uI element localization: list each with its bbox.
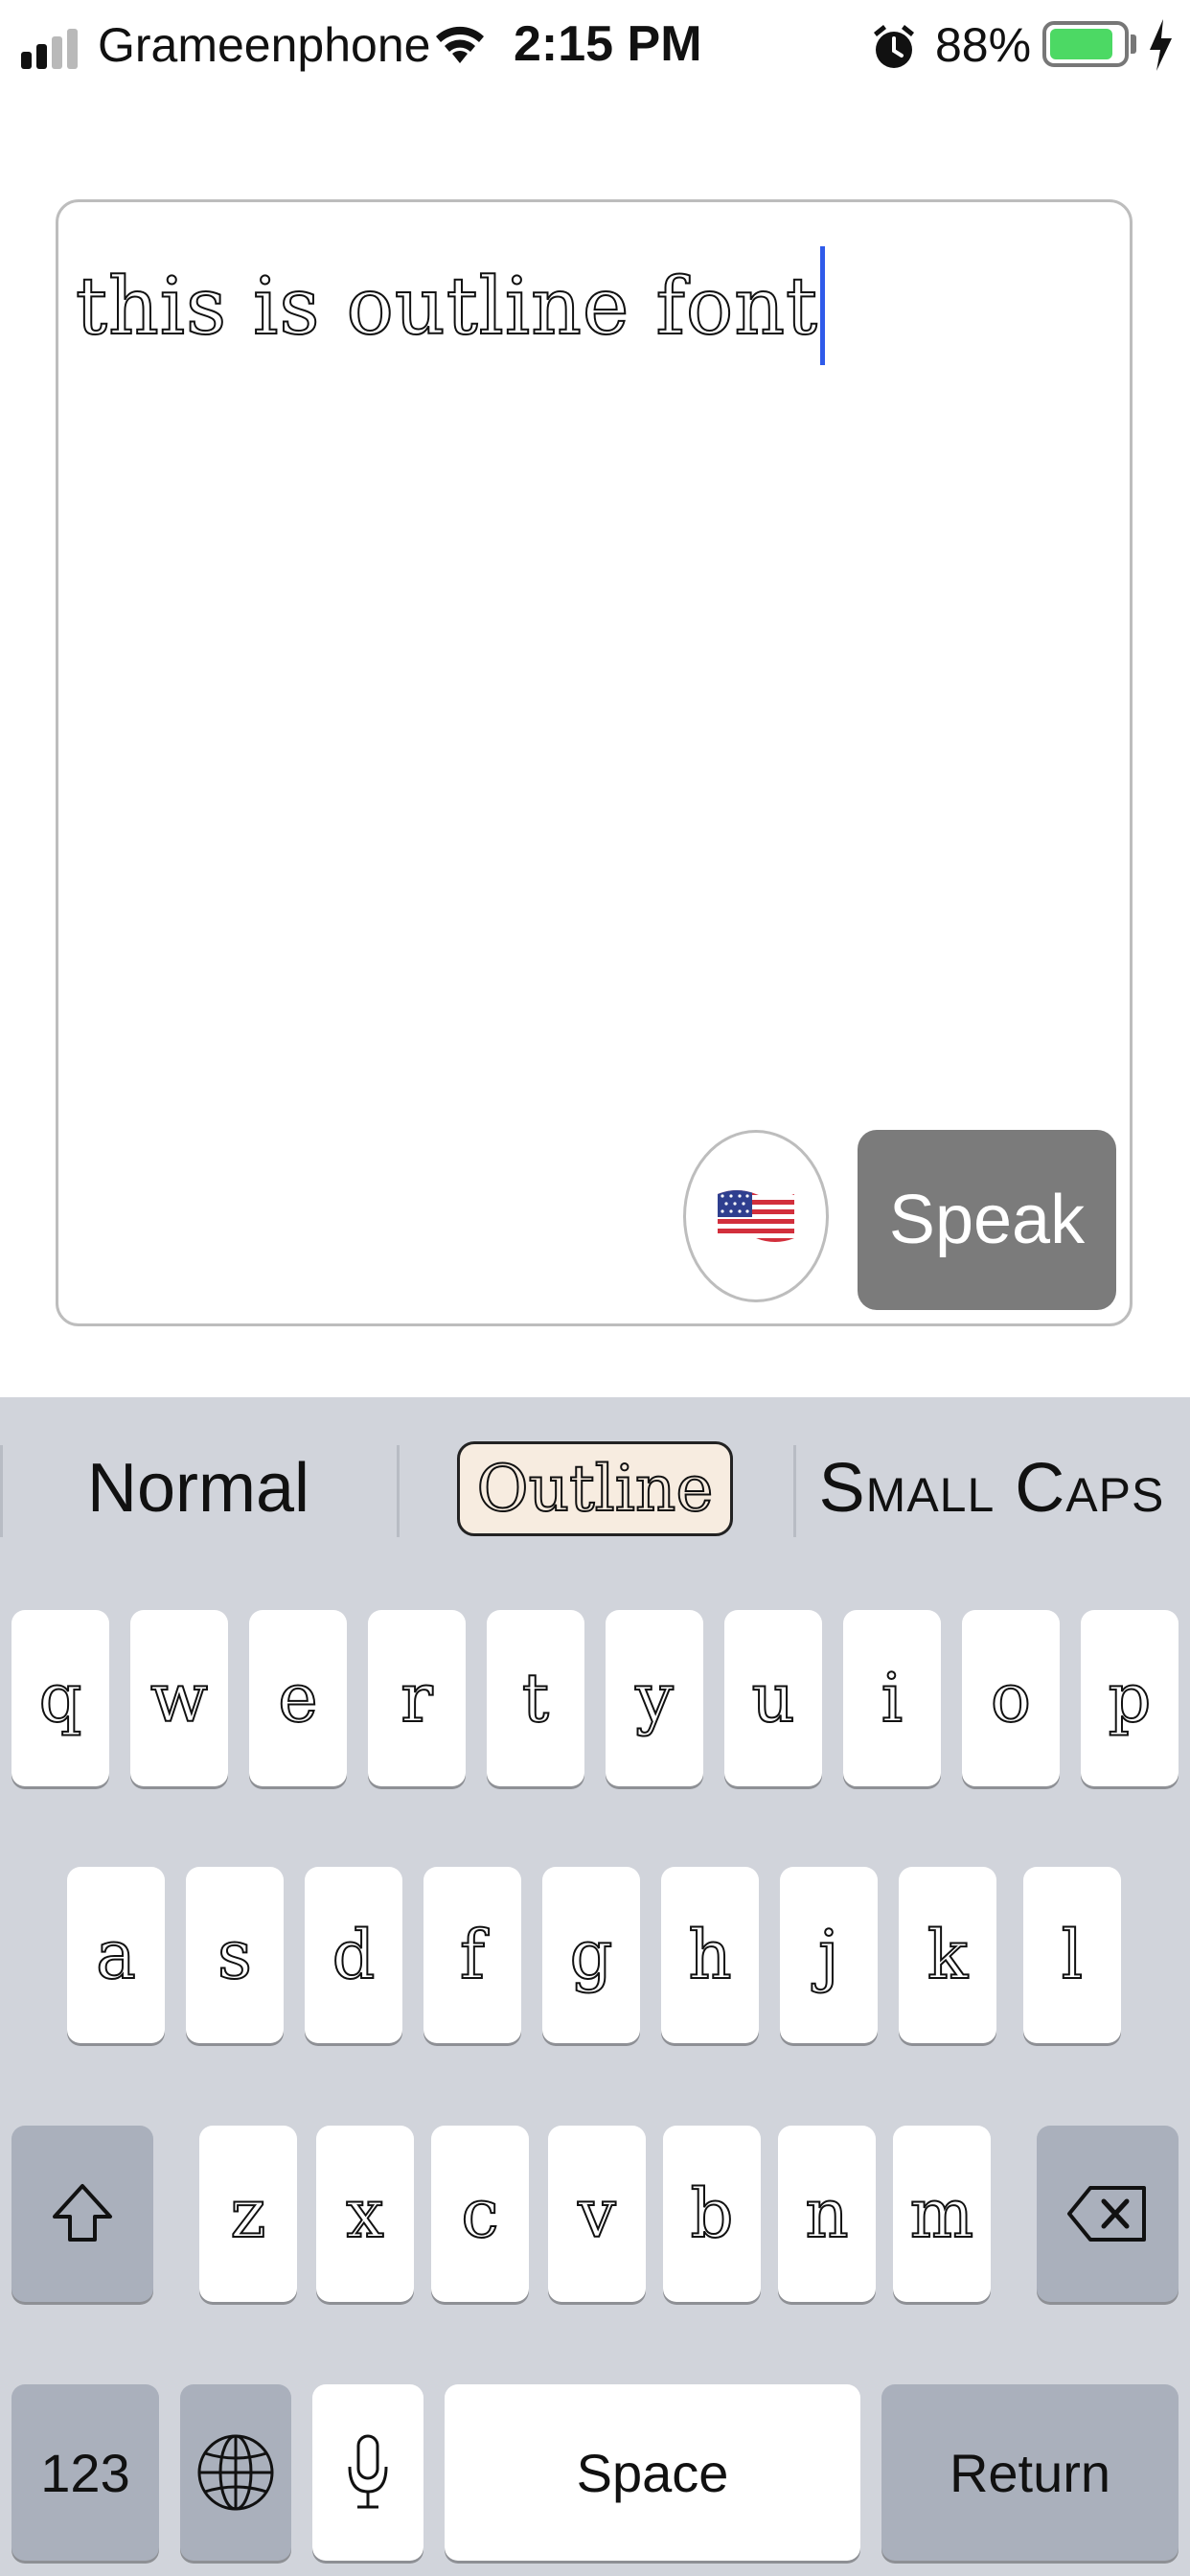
globe-icon xyxy=(197,2434,274,2511)
typed-text: this is outline font xyxy=(75,261,818,354)
battery-icon xyxy=(1042,21,1129,67)
globe-key[interactable] xyxy=(180,2384,291,2561)
typed-line: this is outline font xyxy=(75,241,825,375)
key-v[interactable]: v xyxy=(548,2126,646,2302)
key-l[interactable]: l xyxy=(1023,1867,1121,2043)
font-style-bar: Normal Outline Small Caps xyxy=(0,1397,1190,1579)
key-f[interactable]: f xyxy=(423,1867,521,2043)
key-y[interactable]: y xyxy=(606,1610,703,1786)
status-bar: Grameenphone 2:15 PM 88% xyxy=(0,0,1190,96)
key-p[interactable]: p xyxy=(1081,1610,1179,1786)
alarm-icon xyxy=(874,25,914,68)
key-e[interactable]: e xyxy=(249,1610,347,1786)
shift-icon xyxy=(53,2184,112,2242)
key-t[interactable]: t xyxy=(487,1610,584,1786)
key-g[interactable]: g xyxy=(542,1867,640,2043)
style-option-small-caps[interactable]: Small Caps xyxy=(793,1397,1190,1579)
speak-button[interactable]: Speak xyxy=(858,1130,1116,1310)
carrier-name: Grameenphone xyxy=(98,18,431,72)
microphone-icon xyxy=(348,2434,388,2509)
wifi-icon xyxy=(436,26,484,63)
key-z[interactable]: z xyxy=(199,2126,297,2302)
key-u[interactable]: u xyxy=(724,1610,822,1786)
key-i[interactable]: i xyxy=(843,1610,941,1786)
clock: 2:15 PM xyxy=(514,16,702,72)
style-option-outline-label: Outline xyxy=(456,1440,734,1536)
key-m[interactable]: m xyxy=(893,2126,991,2302)
style-option-outline[interactable]: Outline xyxy=(397,1397,793,1579)
battery-percentage: 88% xyxy=(935,18,1032,72)
key-w[interactable]: w xyxy=(130,1610,228,1786)
us-flag-icon xyxy=(718,1190,794,1242)
style-option-normal[interactable]: Normal xyxy=(0,1397,397,1579)
microphone-key[interactable] xyxy=(312,2384,423,2561)
key-q[interactable]: q xyxy=(11,1610,109,1786)
delete-icon xyxy=(1067,2186,1146,2242)
key-r[interactable]: r xyxy=(368,1610,466,1786)
key-b[interactable]: b xyxy=(663,2126,761,2302)
key-j[interactable]: j xyxy=(780,1867,878,2043)
language-button[interactable] xyxy=(683,1130,829,1302)
delete-key[interactable] xyxy=(1037,2126,1179,2302)
numbers-key[interactable]: 123 xyxy=(11,2384,159,2561)
battery-fill xyxy=(1050,29,1112,59)
key-d[interactable]: d xyxy=(305,1867,402,2043)
key-o[interactable]: o xyxy=(962,1610,1060,1786)
charging-bolt-icon xyxy=(1150,19,1172,71)
text-editor[interactable]: this is outline font Speak xyxy=(56,199,1133,1326)
text-caret xyxy=(819,246,825,365)
keyboard: Normal Outline Small Caps q w e r t y u … xyxy=(0,1397,1190,2576)
key-h[interactable]: h xyxy=(661,1867,759,2043)
key-a[interactable]: a xyxy=(67,1867,165,2043)
key-s[interactable]: s xyxy=(186,1867,284,2043)
key-c[interactable]: c xyxy=(431,2126,529,2302)
return-key[interactable]: Return xyxy=(881,2384,1179,2561)
shift-key[interactable] xyxy=(11,2126,153,2302)
key-n[interactable]: n xyxy=(778,2126,876,2302)
space-key[interactable]: Space xyxy=(445,2384,860,2561)
key-k[interactable]: k xyxy=(899,1867,996,2043)
key-x[interactable]: x xyxy=(316,2126,414,2302)
battery-tip xyxy=(1131,34,1136,54)
